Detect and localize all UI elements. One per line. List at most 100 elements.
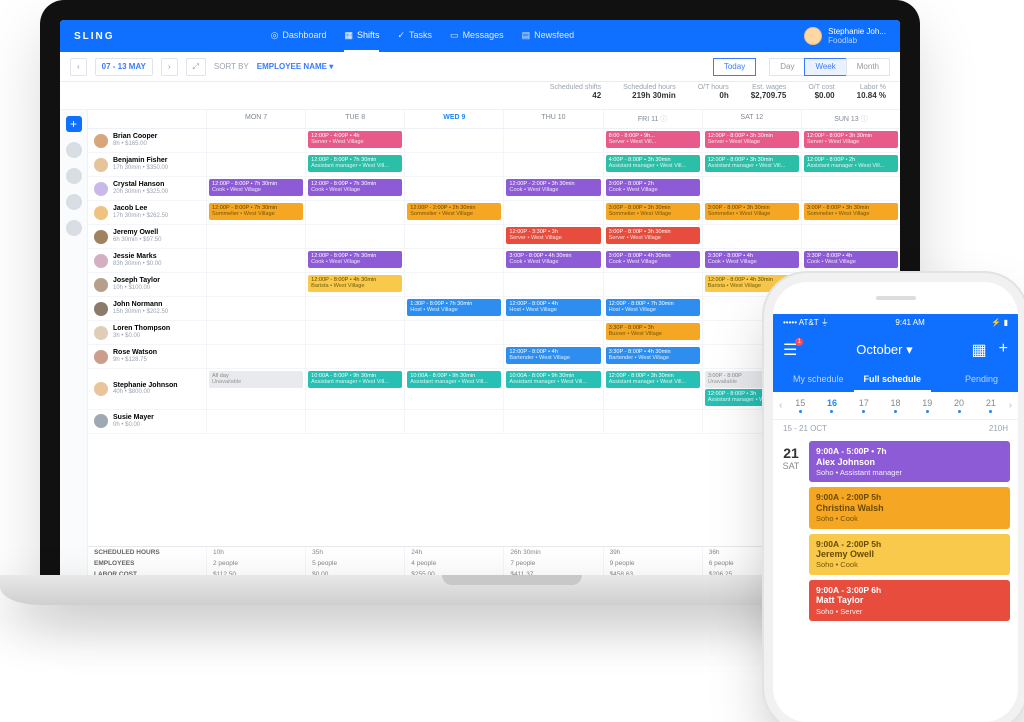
- schedule-cell[interactable]: [206, 153, 305, 176]
- employee-cell[interactable]: Jessie Marks83h 30min • $0.00: [88, 249, 206, 272]
- employee-cell[interactable]: John Normann15h 30min • $202.50: [88, 297, 206, 320]
- nav-tasks[interactable]: ✓Tasks: [397, 21, 432, 52]
- schedule-cell[interactable]: [503, 201, 602, 224]
- shift-block[interactable]: 12:00P - 8:00P • 7h 30minHost • West Vil…: [606, 299, 700, 316]
- shift-block[interactable]: 3:00P - 8:00P • 4h 30minCook • West Vill…: [606, 251, 700, 268]
- day-pill[interactable]: 18: [880, 398, 912, 413]
- next-range-button[interactable]: ›: [161, 58, 178, 76]
- schedule-cell[interactable]: [206, 345, 305, 368]
- schedule-cell[interactable]: 12:00P - 8:00P • 4hBartender • West Vill…: [503, 345, 602, 368]
- rail-more-icon[interactable]: [66, 220, 82, 236]
- shift-block[interactable]: 12:00P - 8:00P • 7h 30minCook • West Vil…: [308, 251, 402, 268]
- shift-block[interactable]: 12:00P - 8:00P • 4hBartender • West Vill…: [506, 347, 600, 364]
- shift-block[interactable]: 12:00P - 3:30P • 3hServer • West Village: [506, 227, 600, 244]
- schedule-cell[interactable]: [404, 249, 503, 272]
- shift-block[interactable]: All dayUnavailable: [209, 371, 303, 388]
- schedule-cell[interactable]: 12:00P - 8:00P • 4h 30minBarista • West …: [305, 273, 404, 296]
- rail-location-icon[interactable]: [66, 142, 82, 158]
- shift-block[interactable]: 3:30P - 8:00P • 4h 30minBartender • West…: [606, 347, 700, 364]
- schedule-cell[interactable]: [206, 225, 305, 248]
- shift-block[interactable]: 12:00P - 8:00P • 7h 30minSommelier • Wes…: [209, 203, 303, 220]
- schedule-cell[interactable]: 12:00P - 8:00P • 3h 30minAssistant manag…: [702, 153, 801, 176]
- rail-people-icon[interactable]: [66, 168, 82, 184]
- employee-cell[interactable]: Benjamin Fisher17h 30min • $350.00: [88, 153, 206, 176]
- schedule-cell[interactable]: [503, 273, 602, 296]
- schedule-cell[interactable]: [206, 410, 305, 433]
- schedule-cell[interactable]: [305, 321, 404, 344]
- schedule-cell[interactable]: 3:00P - 8:00P • 3h 30minSommelier • West…: [801, 201, 900, 224]
- employee-cell[interactable]: Joseph Taylor10h • $100.00: [88, 273, 206, 296]
- shift-block[interactable]: 12:00P - 8:00P • 3h 30minServer • West V…: [804, 131, 898, 148]
- shift-block[interactable]: 12:00P - 8:00P • 7h 30minCook • West Vil…: [308, 179, 402, 196]
- schedule-cell[interactable]: 4:00P - 8:00P • 3h 30minAssistant manage…: [603, 153, 702, 176]
- schedule-cell[interactable]: 12:00P - 8:00P • 7h 30minCook • West Vil…: [305, 249, 404, 272]
- schedule-cell[interactable]: [801, 225, 900, 248]
- schedule-cell[interactable]: [603, 273, 702, 296]
- profile-menu[interactable]: Stephanie Joh... Foodlab: [804, 27, 886, 45]
- schedule-cell[interactable]: 12:00P - 2:00P • 3h 30minCook • West Vil…: [503, 177, 602, 200]
- schedule-cell[interactable]: 3:00P - 8:00P • 3h 30minSommelier • West…: [702, 201, 801, 224]
- nav-messages[interactable]: ▭Messages: [450, 21, 504, 52]
- schedule-cell[interactable]: 12:00P - 8:00P • 3h 30minServer • West V…: [702, 129, 801, 152]
- day-pill[interactable]: 21: [975, 398, 1007, 413]
- schedule-cell[interactable]: [404, 410, 503, 433]
- schedule-cell[interactable]: 10:00A - 8:00P • 9h 30minAssistant manag…: [305, 369, 404, 409]
- schedule-cell[interactable]: 12:00P - 4:00P • 4hServer • West Village: [305, 129, 404, 152]
- shift-block[interactable]: 3:00P - 8:00P • 3h 30minSommelier • West…: [705, 203, 799, 220]
- prev-week-button[interactable]: ‹: [777, 400, 784, 411]
- schedule-cell[interactable]: [503, 153, 602, 176]
- view-week[interactable]: Week: [804, 58, 846, 76]
- day-pill[interactable]: 20: [943, 398, 975, 413]
- shift-block[interactable]: 3:00P - 8:00P • 2hCook • West Village: [606, 179, 700, 196]
- shift-card[interactable]: 9:00A - 5:00P • 7hAlex JohnsonSoho • Ass…: [809, 441, 1010, 482]
- schedule-cell[interactable]: [206, 273, 305, 296]
- schedule-cell[interactable]: [404, 225, 503, 248]
- schedule-cell[interactable]: 12:00P - 8:00P • 7h 30minCook • West Vil…: [206, 177, 305, 200]
- schedule-cell[interactable]: [206, 249, 305, 272]
- date-range-picker[interactable]: 07 - 13 MAY: [95, 58, 153, 76]
- day-pill[interactable]: 16: [816, 398, 848, 413]
- schedule-cell[interactable]: 1:30P - 8:00P • 7h 30minHost • West Vill…: [404, 297, 503, 320]
- schedule-cell[interactable]: [404, 129, 503, 152]
- schedule-cell[interactable]: 3:00P - 8:00P • 3h 30minServer • West Vi…: [603, 225, 702, 248]
- expand-button[interactable]: ⤢: [186, 58, 206, 76]
- shift-block[interactable]: 12:00P - 8:00P • 7h 30minCook • West Vil…: [209, 179, 303, 196]
- shift-block[interactable]: 10:00A - 8:00P • 9h 30minAssistant manag…: [308, 371, 402, 388]
- schedule-cell[interactable]: [305, 345, 404, 368]
- shift-block[interactable]: 8:00 - 8:00P • 9h...Server • West Vill..…: [606, 131, 700, 148]
- shift-block[interactable]: 12:00P - 2:00P • 3h 30minCook • West Vil…: [506, 179, 600, 196]
- day-pill[interactable]: 19: [911, 398, 943, 413]
- schedule-cell[interactable]: [404, 153, 503, 176]
- prev-range-button[interactable]: ‹: [70, 58, 87, 76]
- day-header[interactable]: FRI 11 ⓘ: [603, 110, 702, 128]
- shift-block[interactable]: 12:00P - 8:00P • 3h 30minAssistant manag…: [606, 371, 700, 388]
- schedule-cell[interactable]: 3:00P - 8:00P • 2hCook • West Village: [603, 177, 702, 200]
- tab-my-schedule[interactable]: My schedule: [783, 368, 854, 392]
- shift-block[interactable]: 1:30P - 8:00P • 7h 30minHost • West Vill…: [407, 299, 501, 316]
- day-header[interactable]: MON 7: [206, 110, 305, 128]
- schedule-cell[interactable]: 12:00P - 8:00P • 4hHost • West Village: [503, 297, 602, 320]
- schedule-cell[interactable]: 8:00 - 8:00P • 9h...Server • West Vill..…: [603, 129, 702, 152]
- schedule-cell[interactable]: [503, 410, 602, 433]
- schedule-cell[interactable]: 12:00P - 8:00P • 7h 30minSommelier • Wes…: [206, 201, 305, 224]
- shift-block[interactable]: 12:00P - 8:00P • 7h 30minAssistant manag…: [308, 155, 402, 172]
- filter-button[interactable]: ☰1: [783, 340, 797, 360]
- shift-card[interactable]: 9:00A - 3:00P 6hMatt TaylorSoho • Server: [809, 580, 1010, 621]
- month-picker[interactable]: October ▾: [856, 342, 912, 358]
- employee-cell[interactable]: Jeremy Owell6h 30min • $97.50: [88, 225, 206, 248]
- schedule-cell[interactable]: [305, 297, 404, 320]
- view-day[interactable]: Day: [769, 58, 805, 76]
- shift-block[interactable]: 10:00A - 8:00P • 9h 30minAssistant manag…: [407, 371, 501, 388]
- day-header[interactable]: THU 10: [503, 110, 602, 128]
- day-header[interactable]: WED 9: [404, 110, 503, 128]
- schedule-cell[interactable]: [404, 273, 503, 296]
- schedule-cell[interactable]: [404, 177, 503, 200]
- calendar-today-button[interactable]: ▦: [972, 340, 987, 360]
- shift-block[interactable]: 12:00P - 8:00P • 3h 30minAssistant manag…: [705, 155, 799, 172]
- shift-block[interactable]: 12:00P - 8:00P • 3h 30minServer • West V…: [705, 131, 799, 148]
- shift-card[interactable]: 9:00A - 2:00P 5hJeremy OwellSoho • Cook: [809, 534, 1010, 575]
- schedule-cell[interactable]: [206, 321, 305, 344]
- schedule-cell[interactable]: [702, 177, 801, 200]
- shift-block[interactable]: 3:00P - 8:00P • 3h 30minSommelier • West…: [804, 203, 898, 220]
- shift-block[interactable]: 10:00A - 8:00P • 9h 30minAssistant manag…: [506, 371, 600, 388]
